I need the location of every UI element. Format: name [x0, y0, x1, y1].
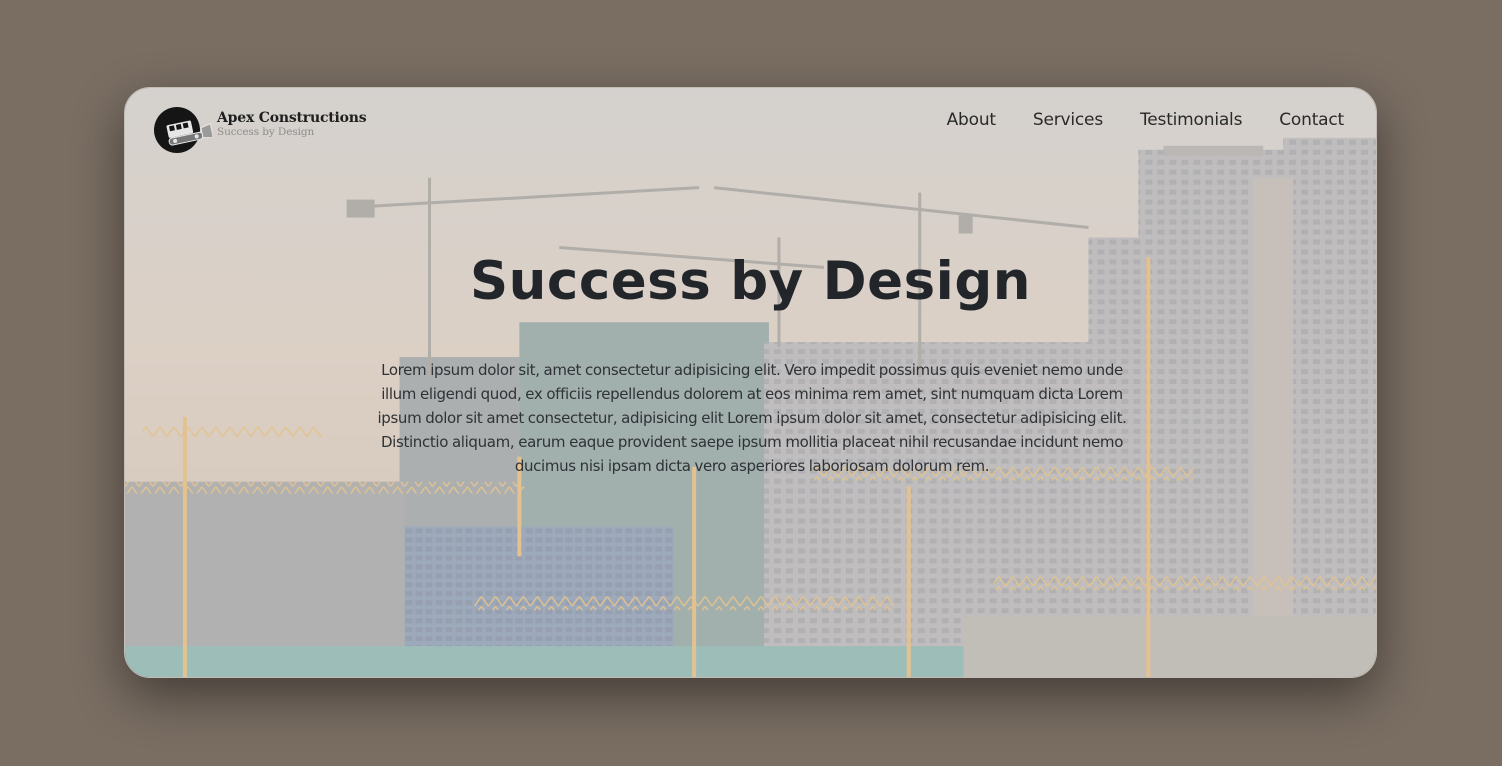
nav-testimonials-link[interactable]: Testimonials: [1140, 110, 1242, 130]
hero-description: Lorem ipsum dolor sit, amet consectetur …: [377, 361, 1127, 475]
nav-services-link[interactable]: Services: [1033, 110, 1103, 130]
brand-logo[interactable]: Apex Constructions Success by Design: [153, 106, 367, 154]
brand-name: Apex Constructions: [217, 110, 367, 126]
nav-about-link[interactable]: About: [947, 110, 996, 130]
bulldozer-logo-icon: [153, 106, 215, 154]
nav-contact-link[interactable]: Contact: [1279, 110, 1344, 130]
hero-title: Success by Design: [470, 251, 1031, 312]
brand-tagline: Success by Design: [217, 126, 315, 138]
main-nav: About Services Testimonials Contact: [947, 110, 1345, 130]
hero-card: Apex Constructions Success by Design Abo…: [124, 87, 1377, 678]
